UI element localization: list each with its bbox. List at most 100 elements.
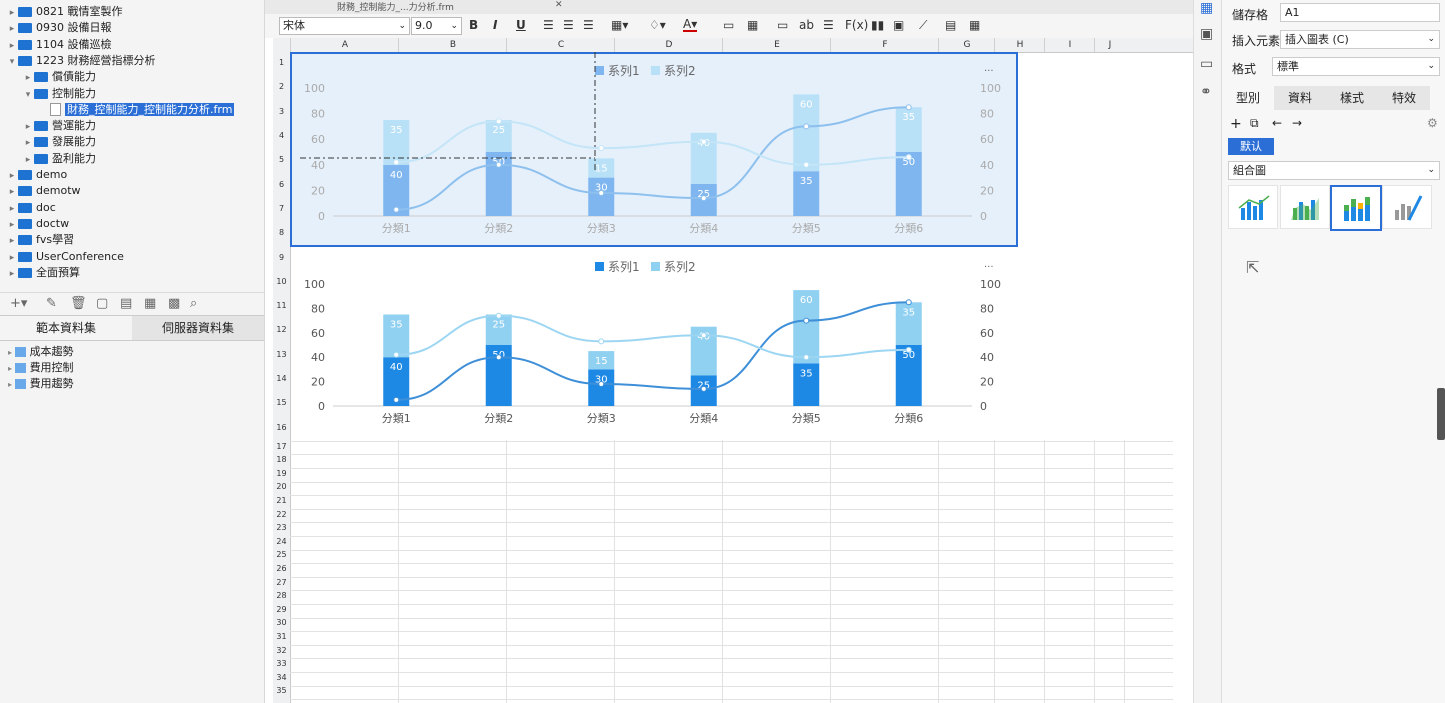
row-header-cell[interactable]: 17	[273, 442, 290, 451]
row-header-cell[interactable]: 35	[273, 686, 290, 695]
chevron-right-icon[interactable]: ▸	[6, 217, 18, 233]
tree-item[interactable]: 財務_控制能力_控制能力分析.frm	[38, 102, 235, 118]
default-button[interactable]: 默认	[1228, 138, 1274, 155]
row-header-cell[interactable]: 18	[273, 455, 290, 464]
row-header-cell[interactable]: 7	[273, 204, 290, 213]
row-header-cell[interactable]: 34	[273, 673, 290, 682]
tree-item[interactable]: ▸ UserConference	[6, 249, 124, 265]
tab-data[interactable]: 資料	[1274, 86, 1326, 110]
arrow-left-icon[interactable]: ←	[1272, 116, 1282, 130]
row-header-cell[interactable]: 11	[273, 301, 290, 310]
row-header-cell[interactable]: 1	[273, 58, 290, 67]
row-header-cell[interactable]: 32	[273, 646, 290, 655]
tab-template-dataset[interactable]: 範本資料集	[0, 316, 132, 340]
table-icon[interactable]: ▦	[747, 18, 758, 32]
row-header-cell[interactable]: 31	[273, 632, 290, 641]
chevron-right-icon[interactable]: ▸	[6, 184, 18, 200]
chevron-right-icon[interactable]: ▸	[6, 38, 18, 54]
row-header-cell[interactable]: 25	[273, 550, 290, 559]
tree-item[interactable]: ▸ demo	[6, 167, 67, 183]
combo-type-3[interactable]	[1330, 185, 1382, 231]
tree-item[interactable]: ▸ 0821 戰情室製作	[6, 4, 123, 20]
more-menu-icon[interactable]: ...	[984, 63, 994, 74]
chart-kind-select[interactable]: 組合圖 ⌄	[1228, 161, 1440, 180]
chart-combo[interactable]: 系列1 系列2 ... 0 0 20 20 40 40 60 60 80 80 100 100 40 35 分類1…	[290, 248, 1020, 438]
column-header-cell[interactable]: H	[994, 38, 1045, 52]
tab-style[interactable]: 樣式	[1326, 86, 1378, 110]
chevron-right-icon[interactable]: ▸	[6, 250, 18, 266]
chevron-right-icon[interactable]: ▸	[6, 21, 18, 37]
row-header-cell[interactable]: 21	[273, 496, 290, 505]
chevron-right-icon[interactable]: ▸	[22, 152, 34, 168]
row-header-cell[interactable]: 19	[273, 469, 290, 478]
delete-icon[interactable]: 🗑	[70, 296, 87, 311]
chevron-right-icon[interactable]: ▸	[22, 70, 34, 86]
tree-item[interactable]: ▸ 發展能力	[22, 134, 96, 150]
preview-icon[interactable]: ▢	[96, 296, 108, 311]
condition-icon[interactable]: ▭	[1200, 56, 1213, 72]
font-select[interactable]: 宋体 ⌄	[279, 17, 410, 35]
row-header-cell[interactable]: 24	[273, 537, 290, 546]
underline-button[interactable]: U	[516, 18, 526, 32]
subreport-icon[interactable]: ▤	[945, 18, 956, 32]
search-icon[interactable]: ⌕	[190, 296, 197, 311]
widget-attr-icon[interactable]: ▣	[1200, 26, 1213, 42]
row-header-cell[interactable]: 9	[273, 253, 290, 262]
combo-type-2[interactable]	[1280, 185, 1330, 229]
edit-icon[interactable]: ✎	[46, 296, 57, 311]
bold-button[interactable]: B	[469, 18, 478, 32]
more-menu-icon[interactable]: ...	[984, 259, 994, 270]
tab-server-dataset[interactable]: 伺服器資料集	[132, 316, 264, 340]
merge-icon[interactable]: ▭	[777, 18, 788, 32]
row-header-cell[interactable]: 10	[273, 277, 290, 286]
chevron-right-icon[interactable]: ▸	[6, 201, 18, 217]
tree-item[interactable]: ▸ 1104 設備巡檢	[6, 37, 112, 53]
row-header-cell[interactable]: 27	[273, 578, 290, 587]
editor-tab[interactable]: 財務_控制能力_...力分析.frm	[337, 0, 454, 13]
tab-type[interactable]: 型別	[1222, 86, 1274, 110]
tree-item[interactable]: ▸ 償債能力	[22, 69, 96, 85]
align-center-icon[interactable]: ☰	[563, 18, 574, 32]
side-handle[interactable]	[1437, 388, 1445, 440]
dataset-icon[interactable]: ▤	[120, 296, 132, 311]
server-icon[interactable]: ▩	[168, 296, 180, 311]
cell-icon[interactable]: ▭	[723, 18, 734, 32]
combo-type-4[interactable]	[1382, 185, 1432, 229]
column-header-cell[interactable]: G	[938, 38, 995, 52]
column-header-cell[interactable]: J	[1094, 38, 1125, 52]
border-icon[interactable]: ▦▾	[611, 18, 628, 32]
font-size-select[interactable]: 9.0 ⌄	[411, 17, 462, 35]
column-header-cell[interactable]: I	[1044, 38, 1095, 52]
tree-item[interactable]: ▸ doc	[6, 200, 56, 216]
arrow-right-icon[interactable]: →	[1292, 116, 1302, 130]
dataset-item[interactable]: ▸ 費用趨勢	[8, 376, 74, 392]
close-icon[interactable]: ✕	[555, 0, 563, 10]
row-header-cell[interactable]: 15	[273, 398, 290, 407]
slash-icon[interactable]: ⟋	[919, 18, 927, 33]
row-header-cell[interactable]: 6	[273, 180, 290, 189]
paragraph-icon[interactable]: ☰	[823, 18, 834, 32]
chart-selected[interactable]: 系列1 系列2 ... 0 0 20 20 40 40 60 60 80 80 100 100 40 35 分類1…	[290, 52, 1020, 248]
chevron-down-icon[interactable]: ▾	[22, 87, 34, 103]
dataset-item[interactable]: ▸ 費用控制	[8, 360, 74, 376]
row-header-cell[interactable]: 26	[273, 564, 290, 573]
tree-item[interactable]: ▸ 盈利能力	[22, 151, 96, 167]
tab-effect[interactable]: 特效	[1378, 86, 1430, 110]
align-right-icon[interactable]: ☰	[583, 18, 594, 32]
dataset-item[interactable]: ▸ 成本趨勢	[8, 344, 74, 360]
row-header-cell[interactable]: 16	[273, 423, 290, 432]
row-header-cell[interactable]: 29	[273, 605, 290, 614]
fill-color-icon[interactable]: ♢▾	[649, 18, 666, 32]
column-header-cell[interactable]: B	[398, 38, 507, 52]
tree-item[interactable]: ▸ 全面預算	[6, 265, 80, 281]
italic-button[interactable]: I	[493, 18, 497, 32]
hyperlink-icon[interactable]: ⚭	[1200, 84, 1212, 100]
tree-item[interactable]: ▸ 0930 設備日報	[6, 20, 112, 36]
tree-item[interactable]: ▸ 營運能力	[22, 118, 96, 134]
row-header-cell[interactable]: 23	[273, 523, 290, 532]
font-color-icon[interactable]: A▾	[683, 18, 698, 32]
row-header-cell[interactable]: 22	[273, 510, 290, 519]
formula-icon[interactable]: F(x)	[845, 18, 868, 32]
cell-attr-icon[interactable]: ▦	[1200, 0, 1213, 16]
chevron-right-icon[interactable]: ▸	[22, 135, 34, 151]
